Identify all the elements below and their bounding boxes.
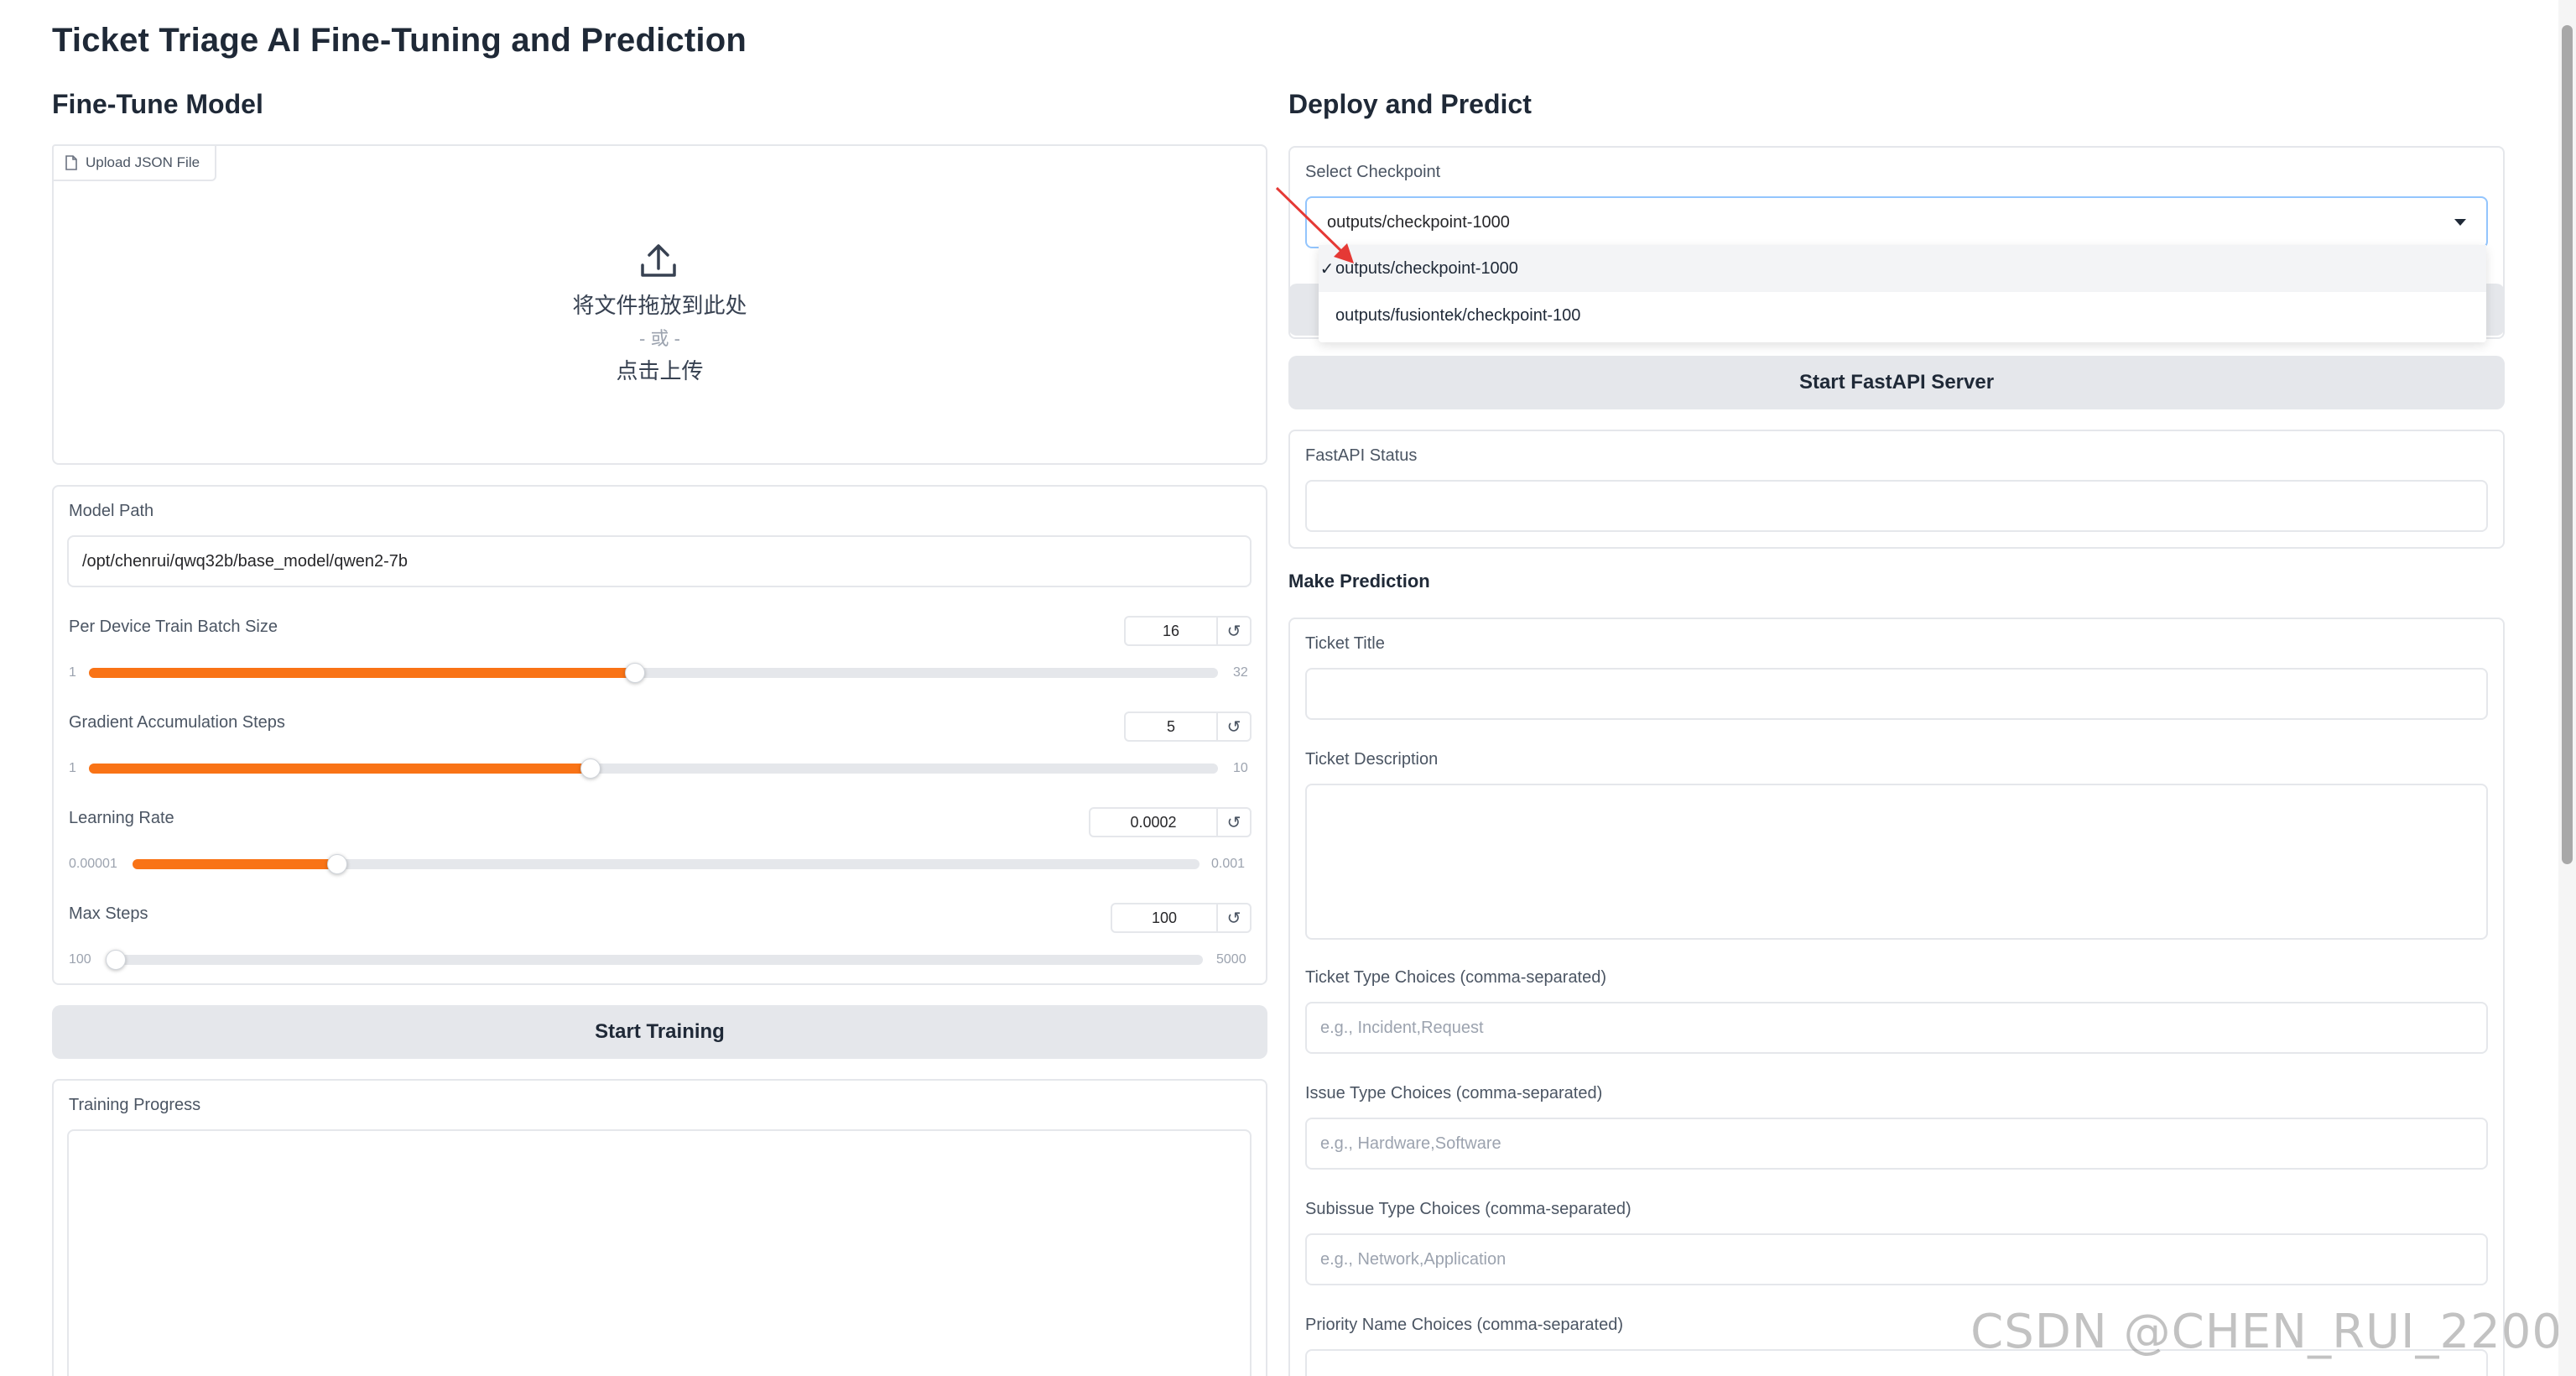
- batch-size-value: 16: [1162, 622, 1180, 639]
- slider-fill: [133, 859, 338, 869]
- upload-icon: [641, 244, 676, 277]
- model-path-value: /opt/chenrui/qwq32b/base_model/qwen2-7b: [82, 551, 409, 571]
- watermark: CSDN @CHEN_RUI_2200: [1970, 1305, 2563, 1359]
- slider-label-learning-rate: Learning Rate: [69, 809, 174, 827]
- batch-size-slider[interactable]: [89, 663, 1218, 683]
- start-training-button[interactable]: Start Training: [52, 1005, 1267, 1059]
- select-checkpoint-label: Select Checkpoint: [1305, 163, 1441, 181]
- file-icon: [65, 155, 77, 170]
- max-steps-slider[interactable]: [106, 950, 1203, 970]
- learning-rate-slider[interactable]: [133, 854, 1200, 874]
- fastapi-status-output: [1305, 480, 2488, 532]
- caret-down-icon: [2454, 219, 2466, 226]
- checkpoint-dropdown[interactable]: outputs/checkpoint-1000: [1305, 196, 2488, 248]
- ticket-type-input[interactable]: e.g., Incident,Request: [1305, 1002, 2488, 1054]
- checkpoint-option[interactable]: outputs/fusiontek/checkpoint-100: [1319, 292, 2486, 339]
- subissue-type-label: Subissue Type Choices (comma-separated): [1305, 1200, 1631, 1218]
- reset-icon[interactable]: ↺: [1216, 713, 1250, 740]
- make-prediction-heading: Make Prediction: [1288, 571, 1430, 592]
- training-progress-label: Training Progress: [69, 1096, 201, 1114]
- page-scrollbar-thumb[interactable]: [2562, 25, 2573, 864]
- grad-accum-value: 5: [1166, 717, 1175, 735]
- model-path-label: Model Path: [69, 502, 154, 520]
- slider-max: 10: [1233, 761, 1248, 775]
- slider-label-grad-accum: Gradient Accumulation Steps: [69, 713, 285, 732]
- slider-min: 100: [69, 952, 91, 967]
- page-title: Ticket Triage AI Fine-Tuning and Predict…: [52, 22, 747, 59]
- max-steps-number-input[interactable]: 100 ↺: [1111, 903, 1252, 933]
- slider-fill: [89, 764, 591, 774]
- finetune-heading: Fine-Tune Model: [52, 89, 263, 119]
- model-path-input[interactable]: /opt/chenrui/qwq32b/base_model/qwen2-7b: [67, 535, 1252, 587]
- slider-label-batch-size: Per Device Train Batch Size: [69, 618, 278, 636]
- reset-icon[interactable]: ↺: [1216, 904, 1250, 931]
- slider-min: 1: [69, 665, 76, 680]
- issue-type-placeholder: e.g., Hardware,Software: [1320, 1134, 1501, 1153]
- slider-thumb[interactable]: [106, 950, 126, 970]
- issue-type-input[interactable]: e.g., Hardware,Software: [1305, 1118, 2488, 1170]
- ticket-type-label: Ticket Type Choices (comma-separated): [1305, 968, 1607, 987]
- slider-thumb[interactable]: [580, 758, 601, 779]
- deploy-heading: Deploy and Predict: [1288, 89, 1532, 119]
- grad-accum-slider[interactable]: [89, 758, 1218, 779]
- checkpoint-option[interactable]: ✓ outputs/checkpoint-1000: [1319, 245, 2486, 292]
- fastapi-status-label: FastAPI Status: [1305, 446, 1418, 465]
- slider-fill: [89, 668, 636, 678]
- checkpoint-options-list: ✓ outputs/checkpoint-1000 outputs/fusion…: [1319, 245, 2486, 342]
- subissue-type-placeholder: e.g., Network,Application: [1320, 1249, 1507, 1269]
- checkpoint-option-label: outputs/checkpoint-1000: [1335, 258, 1518, 278]
- reset-icon[interactable]: ↺: [1216, 809, 1250, 836]
- slider-min: 0.00001: [69, 857, 117, 871]
- learning-rate-number-input[interactable]: 0.0002 ↺: [1089, 807, 1252, 837]
- ticket-description-label: Ticket Description: [1305, 750, 1439, 769]
- ticket-title-input[interactable]: [1305, 668, 2488, 720]
- drop-or-text: - 或 -: [639, 328, 680, 349]
- reset-icon[interactable]: ↺: [1216, 618, 1250, 644]
- batch-size-number-input[interactable]: 16 ↺: [1124, 616, 1252, 646]
- training-progress-output: [67, 1129, 1252, 1376]
- subissue-type-input[interactable]: e.g., Network,Application: [1305, 1233, 2488, 1285]
- slider-max: 0.001: [1211, 857, 1246, 871]
- ticket-description-textarea[interactable]: [1305, 784, 2488, 940]
- slider-label-max-steps: Max Steps: [69, 904, 148, 923]
- annotation-arrow-icon: [1275, 186, 1354, 263]
- learning-rate-value: 0.0002: [1130, 813, 1177, 831]
- upload-tab-label: Upload JSON File: [86, 154, 200, 170]
- slider-max: 5000: [1216, 952, 1246, 967]
- issue-type-label: Issue Type Choices (comma-separated): [1305, 1084, 1603, 1102]
- slider-min: 1: [69, 761, 76, 775]
- priority-label: Priority Name Choices (comma-separated): [1305, 1316, 1624, 1334]
- grad-accum-number-input[interactable]: 5 ↺: [1124, 711, 1252, 742]
- start-fastapi-button[interactable]: Start FastAPI Server: [1288, 356, 2505, 409]
- click-upload-text[interactable]: 点击上传: [52, 354, 1267, 385]
- drop-text: 将文件拖放到此处: [572, 293, 747, 318]
- ticket-title-label: Ticket Title: [1305, 634, 1385, 653]
- slider-max: 32: [1233, 665, 1248, 680]
- max-steps-value: 100: [1151, 909, 1178, 926]
- ticket-type-placeholder: e.g., Incident,Request: [1320, 1018, 1484, 1037]
- upload-tab: Upload JSON File: [52, 144, 216, 181]
- checkpoint-option-label: outputs/fusiontek/checkpoint-100: [1335, 305, 1581, 325]
